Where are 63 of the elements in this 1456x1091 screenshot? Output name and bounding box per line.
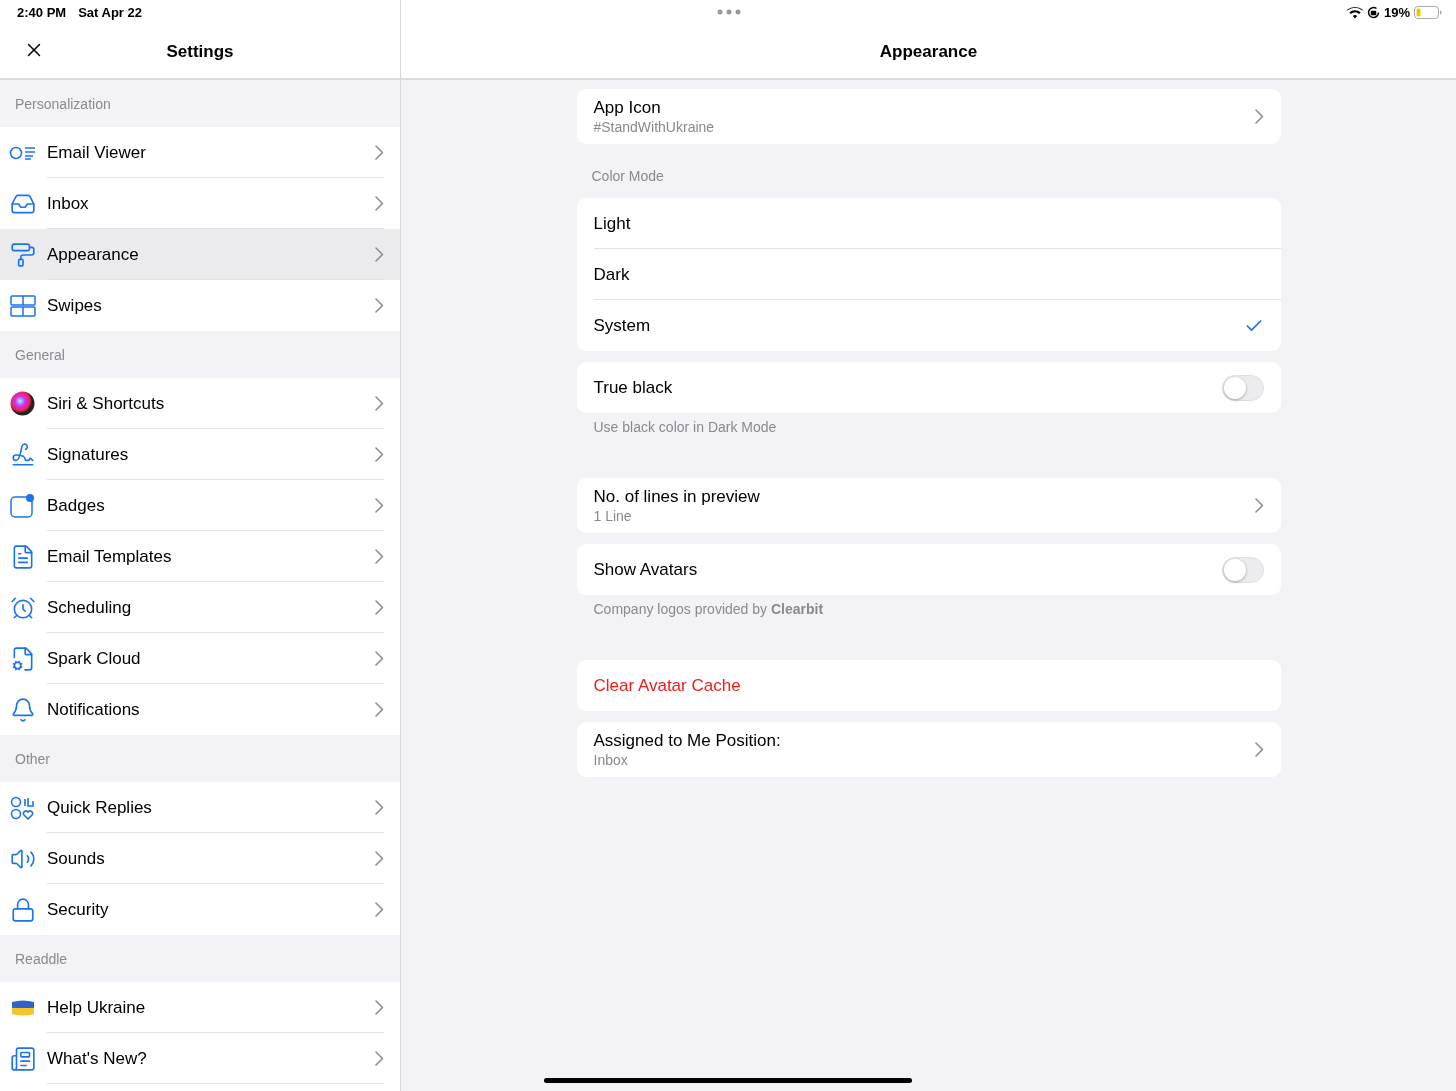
chevron-icon (375, 396, 384, 411)
status-date: Sat Apr 22 (78, 5, 142, 20)
signature-icon (9, 441, 36, 468)
lock-icon (9, 896, 36, 923)
chevron-icon (375, 145, 384, 160)
chevron-icon (375, 1051, 384, 1066)
option-row[interactable]: Light (593, 198, 1281, 249)
row-label: App Icon (593, 98, 662, 118)
group-header: Color Mode (590, 167, 665, 186)
sidebar-item[interactable]: Appearance (0, 229, 400, 280)
status-time: 2:40 PM (17, 5, 67, 20)
chevron-icon (375, 851, 384, 866)
battery-icon (1414, 6, 1442, 19)
newspaper-icon (9, 1045, 36, 1072)
chevron-icon (375, 196, 384, 211)
emoji-grid-icon (10, 795, 35, 820)
chevron-icon (375, 600, 384, 615)
siri-orb-icon (10, 391, 35, 416)
sidebar-title: Settings (166, 41, 234, 62)
row-label: No. of lines in preview (593, 487, 760, 507)
chevron-icon (1254, 742, 1264, 757)
option-row[interactable]: Dark (593, 249, 1281, 300)
option-label: Light (593, 213, 631, 234)
option-label: Dark (593, 264, 630, 285)
group-footnote: Use black color in Dark Mode (592, 418, 778, 435)
chevron-icon (375, 298, 384, 313)
chevron-icon (375, 702, 384, 717)
battery-percent: 19% (1383, 5, 1410, 20)
chevron-icon (375, 247, 384, 262)
section-header: Personalization (0, 80, 400, 127)
list-icon (8, 145, 37, 160)
more-dots-icon (717, 9, 741, 15)
wifi-icon (1346, 6, 1363, 19)
alarm-clock-icon (9, 594, 36, 621)
section-header: Readdle (0, 935, 400, 982)
section-header: Other (0, 735, 400, 782)
option-row[interactable]: System (593, 300, 1281, 351)
flag-icon (10, 999, 35, 1016)
chevron-icon (375, 651, 384, 666)
chevron-icon (375, 902, 384, 917)
chevron-icon (375, 549, 384, 564)
grid-icon (9, 294, 36, 317)
paint-roller-icon (9, 241, 36, 268)
clear-cache-action[interactable]: Clear Avatar Cache (593, 675, 741, 696)
toggle-switch[interactable] (1221, 556, 1264, 583)
chevron-icon (1254, 109, 1264, 124)
row-value: 1 Line (593, 508, 633, 524)
option-label: System (593, 315, 651, 336)
page-title: Appearance (879, 41, 978, 62)
toggle-label: True black (593, 377, 673, 398)
toggle-label: Show Avatars (593, 559, 698, 580)
row-label: Assigned to Me Position: (593, 731, 781, 751)
chevron-icon (375, 498, 384, 513)
group-footnote: Company logos provided by Clearbit (592, 600, 825, 617)
chevron-icon (375, 1000, 384, 1015)
rotation-lock-icon (1366, 6, 1380, 19)
row-value: Inbox (593, 752, 629, 768)
section-header: General (0, 331, 400, 378)
toggle-switch[interactable] (1221, 374, 1264, 401)
chevron-icon (375, 447, 384, 462)
chevron-icon (375, 800, 384, 815)
chevron-icon (1254, 498, 1264, 513)
row-value: #StandWithUkraine (593, 119, 715, 135)
